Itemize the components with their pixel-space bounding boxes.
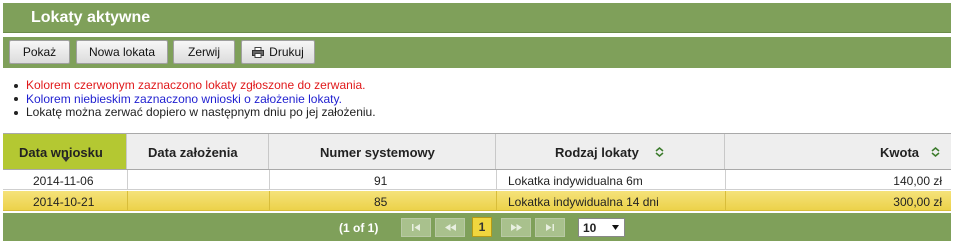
note-text: Kolorem czerwonym zaznaczono lokaty zgło… <box>26 78 366 92</box>
last-page-icon <box>546 224 554 231</box>
show-button[interactable]: Pokaż <box>9 40 70 64</box>
page-header: Lokaty aktywne <box>3 3 951 33</box>
column-label: Kwota <box>880 145 919 160</box>
first-page-button[interactable] <box>401 218 431 237</box>
cell-deposit-type: Lokatka indywidualna 14 dni <box>508 195 659 209</box>
print-label: Drukuj <box>269 45 304 59</box>
column-divider <box>269 170 270 190</box>
note-red: Kolorem czerwonym zaznaczono lokaty zgło… <box>14 78 376 93</box>
cell-request-date: 2014-10-21 <box>33 195 95 209</box>
toolbar: Pokaż Nowa lokata Zerwij Drukuj <box>3 37 951 68</box>
sort-both-icon <box>931 147 940 157</box>
column-divider <box>725 170 726 190</box>
column-header-deposit-type[interactable]: Rodzaj lokaty <box>496 134 725 169</box>
note-text: Lokatę można zerwać dopiero w następnym … <box>26 105 376 119</box>
printer-icon <box>252 46 265 58</box>
note-info: Lokatę można zerwać dopiero w następnym … <box>14 105 376 120</box>
cell-request-date: 2014-11-06 <box>33 174 94 188</box>
page-info: (1 of 1) <box>339 221 379 235</box>
column-divider <box>127 170 128 190</box>
chevron-down-icon <box>612 225 619 230</box>
next-page-icon <box>510 224 522 231</box>
break-deposit-button[interactable]: Zerwij <box>173 40 235 64</box>
bullet-icon <box>14 110 18 115</box>
table-header: Data wniosku Data założenia Numer system… <box>3 133 951 170</box>
cell-system-number: 85 <box>374 195 388 209</box>
bullet-icon <box>14 83 18 88</box>
column-header-created-date[interactable]: Data założenia <box>127 134 269 169</box>
sort-both-icon <box>655 147 664 157</box>
page-1-button[interactable]: 1 <box>472 217 492 237</box>
page-size-value: 10 <box>583 221 597 235</box>
sort-desc-icon <box>62 157 70 162</box>
column-header-amount[interactable]: Kwota <box>725 134 951 169</box>
column-divider <box>127 191 128 211</box>
info-notes: Kolorem czerwonym zaznaczono lokaty zgło… <box>14 78 376 120</box>
column-divider <box>496 191 497 211</box>
column-label: Data założenia <box>148 145 238 160</box>
page-size-select[interactable]: 10 <box>578 218 625 237</box>
table-row-selected[interactable]: 2014-10-21 85 Lokatka indywidualna 14 dn… <box>3 191 951 211</box>
column-divider <box>725 191 726 211</box>
bullet-icon <box>14 97 18 102</box>
table-row[interactable]: 2014-11-06 91 Lokatka indywidualna 6m 14… <box>3 170 951 190</box>
last-page-button[interactable] <box>535 218 565 237</box>
note-blue: Kolorem niebieskim zaznaczono wnioski o … <box>14 91 376 107</box>
column-divider <box>496 170 497 190</box>
cell-deposit-type: Lokatka indywidualna 6m <box>508 174 643 188</box>
cell-system-number: 91 <box>374 174 388 188</box>
column-header-request-date[interactable]: Data wniosku <box>3 134 127 169</box>
prev-page-icon <box>444 224 456 231</box>
page-title: Lokaty aktywne <box>31 9 151 26</box>
note-text: Kolorem niebieskim zaznaczono wnioski o … <box>26 91 342 106</box>
column-label: Rodzaj lokaty <box>555 145 639 160</box>
new-deposit-button[interactable]: Nowa lokata <box>76 40 168 64</box>
column-header-system-number[interactable]: Numer systemowy <box>269 134 496 169</box>
column-divider <box>269 191 270 211</box>
prev-page-button[interactable] <box>435 218 465 237</box>
column-label: Data wniosku <box>19 145 103 160</box>
column-label: Numer systemowy <box>320 145 435 160</box>
next-page-button[interactable] <box>501 218 531 237</box>
print-button[interactable]: Drukuj <box>241 40 315 64</box>
cell-amount: 300,00 zł <box>893 195 942 209</box>
first-page-icon <box>412 224 420 231</box>
paginator: (1 of 1) 1 10 <box>3 213 951 241</box>
cell-amount: 140,00 zł <box>893 174 942 188</box>
